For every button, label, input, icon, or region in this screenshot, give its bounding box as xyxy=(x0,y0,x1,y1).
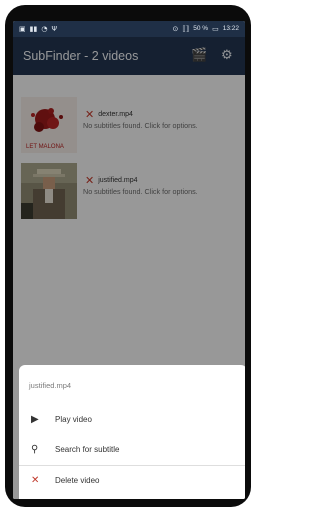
battery-icon: ▭ xyxy=(212,25,219,33)
sheet-title: justified.mp4 xyxy=(29,381,72,390)
close-icon: ✕ xyxy=(31,475,40,486)
play-icon: ▶ xyxy=(31,414,39,425)
search-subtitle-label: Search for subtitle xyxy=(55,445,120,454)
phone-frame: ▣ ▮▮ ◔ Ψ ⊙ ⟦⟧ 50 % ▭ 13:22 SubFinder - 2… xyxy=(5,5,251,507)
wifi-icon: ◔ xyxy=(41,25,48,33)
search-subtitle-option[interactable]: ⚲ Search for subtitle xyxy=(19,435,245,465)
bottom-sheet: justified.mp4 ▶ Play video ⚲ Search for … xyxy=(19,365,245,499)
search-icon: ⚲ xyxy=(31,444,39,455)
play-video-option[interactable]: ▶ Play video xyxy=(19,405,245,435)
vibrate-icon: ⟦⟧ xyxy=(182,25,190,33)
delete-video-option[interactable]: ✕ Delete video xyxy=(19,466,245,496)
status-right: ⊙ ⟦⟧ 50 % ▭ 13:22 xyxy=(172,21,239,37)
battery-percent: 50 % xyxy=(193,25,209,32)
status-bar: ▣ ▮▮ ◔ Ψ ⊙ ⟦⟧ 50 % ▭ 13:22 xyxy=(13,21,245,37)
play-video-label: Play video xyxy=(55,415,92,424)
signal-icon: ▮▮ xyxy=(29,25,38,33)
sim-icon: ▣ xyxy=(19,25,26,33)
status-left: ▣ ▮▮ ◔ Ψ xyxy=(19,21,57,37)
delete-video-label: Delete video xyxy=(55,476,100,485)
usb-icon: Ψ xyxy=(51,25,57,33)
alarm-icon: ⊙ xyxy=(172,25,179,33)
screen: ▣ ▮▮ ◔ Ψ ⊙ ⟦⟧ 50 % ▭ 13:22 SubFinder - 2… xyxy=(13,21,245,499)
status-time: 13:22 xyxy=(222,25,239,32)
